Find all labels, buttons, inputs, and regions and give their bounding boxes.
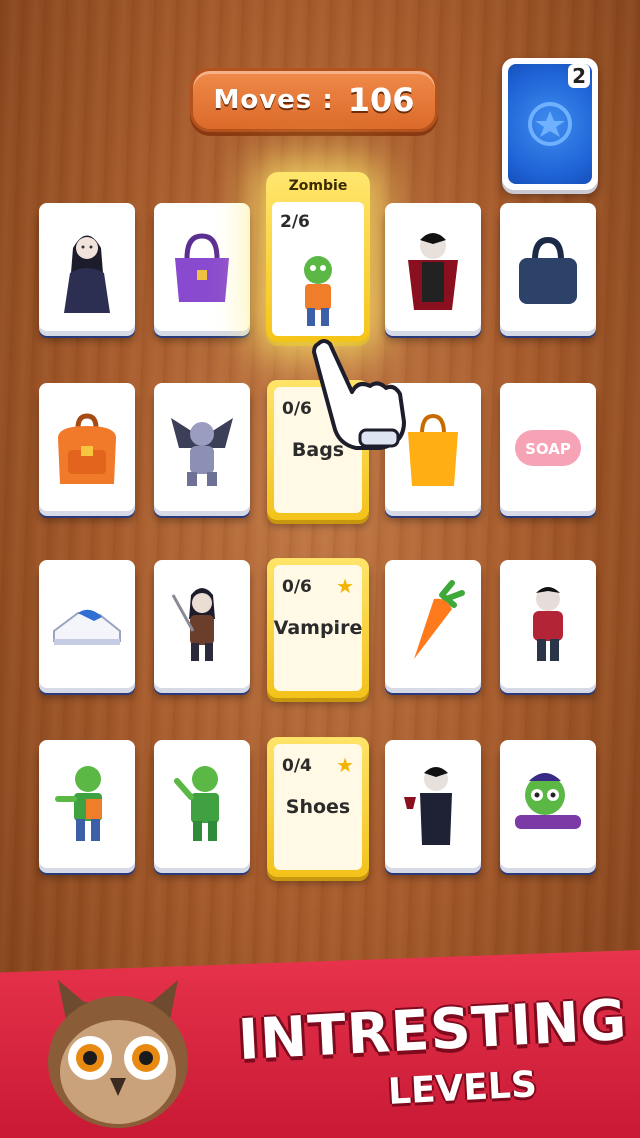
soap-label: SOAP — [525, 440, 571, 458]
category-progress: 0/6 — [282, 577, 312, 597]
card-purple-handbag[interactable] — [154, 203, 250, 331]
card-gargoyle[interactable] — [154, 383, 250, 511]
category-title: Zombie — [288, 178, 348, 194]
category-inner: 0/4 ★ Shoes — [274, 744, 362, 870]
sneaker-icon — [53, 609, 121, 645]
card-sneaker[interactable] — [39, 560, 135, 688]
carrot-icon — [414, 580, 465, 659]
star-emblem-icon — [528, 102, 572, 146]
category-name: Vampire — [273, 617, 363, 639]
star-icon: ★ — [336, 574, 354, 598]
card-vampire-warrior[interactable] — [154, 560, 250, 688]
moves-value: 106 — [347, 81, 415, 119]
vampire-warrior-icon — [171, 588, 215, 661]
zombie-icon — [55, 766, 102, 841]
deck-count: 2 — [568, 64, 590, 88]
card-carrot[interactable] — [385, 560, 481, 688]
banner-title: INTRESTING — [236, 987, 629, 1074]
purple-handbag-icon — [175, 233, 229, 302]
card-soap[interactable]: SOAP — [500, 383, 596, 511]
card-deck[interactable]: 2 — [502, 58, 598, 190]
category-inner: 0/6 ★ Vampire — [274, 565, 362, 691]
card-vampire-lady[interactable] — [39, 203, 135, 331]
vampire-lady-icon — [64, 235, 110, 313]
vampire-wine-icon — [404, 767, 452, 845]
category-card-vampire[interactable]: 0/6 ★ Vampire — [267, 558, 369, 698]
zombie-icon — [174, 766, 219, 841]
card-navy-bag[interactable] — [500, 203, 596, 331]
card-zombie-1[interactable] — [39, 740, 135, 868]
card-vampire-boy[interactable] — [500, 560, 596, 688]
category-name: Shoes — [285, 796, 351, 818]
vampire-boy-icon — [533, 587, 563, 661]
owl-mascot-icon — [48, 980, 188, 1128]
category-inner: 2/6 — [272, 202, 364, 336]
gargoyle-icon — [171, 418, 233, 486]
card-vampire-wine[interactable] — [385, 740, 481, 868]
dracula-icon — [408, 233, 458, 310]
category-progress: 2/6 — [280, 212, 310, 232]
navy-bag-icon — [519, 236, 577, 304]
tutorial-hand-icon — [312, 339, 406, 450]
category-progress: 0/4 — [282, 756, 312, 776]
card-dracula[interactable] — [385, 203, 481, 331]
orange-backpack-icon — [58, 413, 116, 484]
moves-counter: Moves : 106 — [190, 68, 438, 132]
category-card-shoes[interactable]: 0/4 ★ Shoes — [267, 737, 369, 877]
banner-subtitle: LEVELS — [387, 1064, 538, 1113]
card-orange-backpack[interactable] — [39, 383, 135, 511]
card-zombie-2[interactable] — [154, 740, 250, 868]
crawling-zombie-icon — [515, 773, 581, 829]
moves-label: Moves : — [213, 85, 334, 115]
card-crawling-zombie[interactable] — [500, 740, 596, 868]
category-card-zombie[interactable]: Zombie 2/6 — [266, 172, 370, 342]
zombie-icon — [304, 256, 332, 326]
soap-icon: SOAP — [515, 430, 581, 466]
star-icon: ★ — [336, 753, 354, 777]
